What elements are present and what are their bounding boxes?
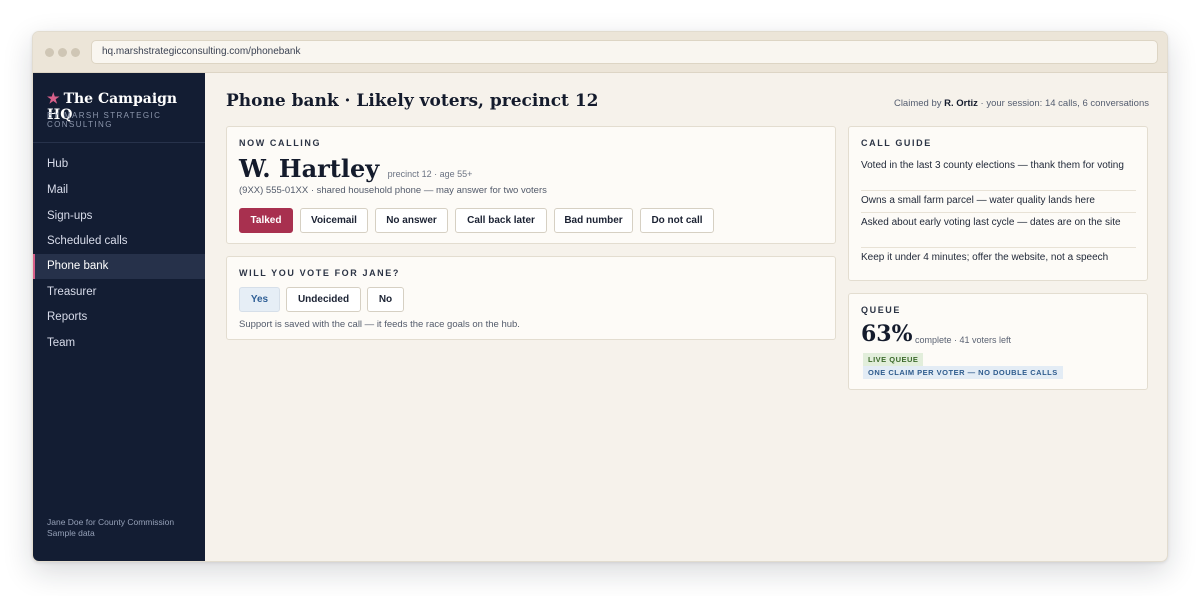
queue-rule-badge: ONE CLAIM PER VOTER — NO DOUBLE CALLS [863,366,1063,379]
star-icon: ★ [47,91,60,107]
queue-meta: complete · 41 voters left [915,335,1012,345]
voter-name: W. Hartley [239,154,380,183]
claimed-by-name: R. Ortiz [944,98,978,109]
bad-number-button[interactable]: Bad number [554,208,633,233]
support-yes-button[interactable]: Yes [239,287,280,312]
support-note: Support is saved with the call — it feed… [239,319,520,330]
campaign-name: Jane Doe for County Commission [47,517,175,527]
talked-button[interactable]: Talked [239,208,293,233]
page-title: Phone bank · Likely voters, precinct 12 [226,91,599,111]
voter-phone: (9XX) 555-01XX · shared household phone … [239,185,547,196]
sidebar-divider [33,142,205,143]
call-guide-divider [861,212,1136,213]
sample-data-note: Sample data [47,527,95,538]
sidebar-item-phone-bank[interactable]: Phone bank [33,254,205,279]
call-guide-item: Voted in the last 3 county elections — t… [861,160,1124,171]
queue-kicker: QUEUE [861,305,902,315]
call-guide-item: Asked about early voting last cycle — da… [861,217,1121,228]
window-close-dot[interactable] [45,48,54,57]
window-zoom-dot[interactable] [71,48,80,57]
sidebar-item-treasurer[interactable]: Treasurer [33,280,205,305]
sidebar-item-team[interactable]: Team [33,331,205,356]
browser-window: hq.marshstrategicconsulting.com/phoneban… [32,31,1168,562]
claimed-prefix: Claimed by [893,98,942,109]
call-guide-item: Keep it under 4 minutes; offer the websi… [861,252,1109,263]
voter-name-row: W. Hartley precinct 12 · age 55+ [239,154,472,183]
sidebar: ★ The Campaign HQ BY MARSH STRATEGIC CONS… [33,73,205,561]
support-undecided-button[interactable]: Undecided [286,287,361,312]
call-guide-item: Owns a small farm parcel — water quality… [861,195,1095,206]
sidebar-item-scheduled-calls[interactable]: Scheduled calls [33,229,205,254]
sidebar-item-reports[interactable]: Reports [33,305,205,330]
browser-titlebar: hq.marshstrategicconsulting.com/phoneban… [33,32,1167,73]
voter-meta: precinct 12 · age 55+ [387,169,473,179]
call-back-later-button[interactable]: Call back later [455,208,547,233]
window-minimize-dot[interactable] [58,48,67,57]
now-calling-card: NOW CALLING W. Hartley precinct 12 · age… [226,126,836,244]
session-stats: · your session: 14 calls, 6 conversation… [980,98,1149,109]
support-card: WILL YOU VOTE FOR JANE? Yes Undecided No… [226,256,836,340]
live-queue-badge: LIVE QUEUE [863,353,924,366]
queue-card: QUEUE 63% complete · 41 voters left LIVE… [848,293,1148,390]
call-guide-divider [861,247,1136,248]
sidebar-item-sign-ups[interactable]: Sign-ups [33,204,205,229]
no-answer-button[interactable]: No answer [375,208,448,233]
sidebar-item-mail[interactable]: Mail [33,178,205,203]
call-guide-divider [861,190,1136,191]
do-not-call-button[interactable]: Do not call [640,208,714,233]
sidebar-item-hub[interactable]: Hub [33,152,205,177]
main-content: Phone bank · Likely voters, precinct 12 … [205,73,1167,561]
support-no-button[interactable]: No [367,287,404,312]
call-guide-kicker: CALL GUIDE [861,138,932,148]
support-question: WILL YOU VOTE FOR JANE? [239,268,400,278]
now-calling-kicker: NOW CALLING [239,138,322,148]
call-guide-card: CALL GUIDE Voted in the last 3 county el… [848,126,1148,281]
sidebar-footer: Jane Doe for County Commission Sample da… [47,517,174,538]
queue-percent: 63% [861,321,913,347]
address-bar[interactable]: hq.marshstrategicconsulting.com/phoneban… [91,40,1158,64]
claimed-status: Claimed by R. Ortiz · your session: 14 c… [894,98,1149,109]
voicemail-button[interactable]: Voicemail [300,208,368,233]
brand-subtitle: BY MARSH STRATEGIC CONSULTING [47,111,162,129]
